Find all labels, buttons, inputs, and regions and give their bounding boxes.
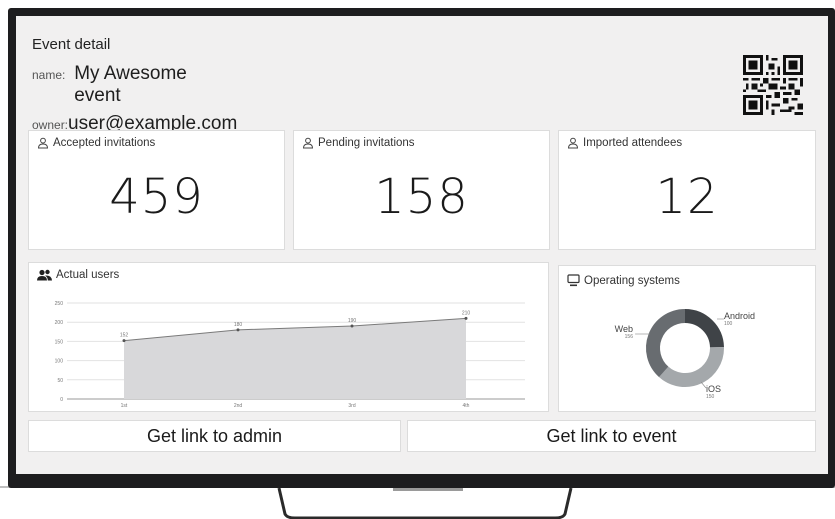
os-donut-chart: Android100 iOS150 Web156 xyxy=(615,309,755,400)
y-tick-label: 150 xyxy=(55,339,64,345)
pending-invitations-card: Pending invitations 158 xyxy=(293,130,550,250)
event-header: Event detail name: My Awesome event owne… xyxy=(32,36,237,135)
pending-count: 158 xyxy=(374,169,469,225)
accepted-count: 459 xyxy=(109,169,204,225)
user-outline-icon xyxy=(37,137,49,149)
section-title: Event detail xyxy=(32,36,111,53)
donut-slice xyxy=(684,309,724,348)
data-label: 210 xyxy=(462,310,471,316)
y-tick-label: 200 xyxy=(55,320,64,326)
y-tick-label: 100 xyxy=(55,359,64,365)
area-fill xyxy=(124,318,466,399)
data-label: 152 xyxy=(120,333,129,339)
data-point xyxy=(122,339,126,343)
imported-attendees-card: Imported attendees 12 xyxy=(558,130,816,250)
event-name: My Awesome event xyxy=(74,63,187,106)
name-row: name: My Awesome event xyxy=(32,63,232,107)
y-tick-label: 0 xyxy=(60,397,63,403)
tv-stand xyxy=(277,488,573,519)
user-outline-icon xyxy=(302,137,314,149)
get-event-link-button[interactable]: Get link to event xyxy=(407,420,816,452)
data-point xyxy=(464,316,468,320)
actual-users-area-chart: 0 50 100 150 200 250 152 1st 180 2nd 190 3rd 210 4th xyxy=(55,301,525,409)
card-header: Accepted invitations xyxy=(37,137,155,149)
slice-label: Web xyxy=(615,324,633,334)
donut-slice xyxy=(646,309,686,378)
operating-systems-card: Operating systems Android 100 iOS 150 Web 156 xyxy=(558,265,816,412)
dashboard-screen: Event detail name: My Awesome event owne… xyxy=(16,16,828,474)
card-label: Imported attendees xyxy=(583,137,683,149)
x-tick-label: 1st xyxy=(121,403,128,409)
data-label: 190 xyxy=(348,318,357,324)
x-tick-label: 3rd xyxy=(348,403,355,409)
slice-value: 156 xyxy=(625,334,634,340)
name-label: name: xyxy=(32,68,66,82)
card-header: Imported attendees xyxy=(567,137,682,149)
tv-frame: Event detail name: My Awesome event owne… xyxy=(8,8,835,488)
data-point xyxy=(236,328,240,332)
slice-label: Android xyxy=(724,311,755,321)
x-tick-label: 2nd xyxy=(234,403,243,409)
x-tick-label: 4th xyxy=(463,403,470,409)
accepted-invitations-card: Accepted invitations 459 xyxy=(28,130,285,250)
data-point xyxy=(350,324,354,328)
card-label: Accepted invitations xyxy=(53,137,156,149)
slice-value: 100 xyxy=(724,321,733,327)
donut-slice xyxy=(659,346,724,387)
data-label: 180 xyxy=(234,322,243,328)
slice-label: iOS xyxy=(706,384,721,394)
y-tick-label: 50 xyxy=(57,378,63,384)
imported-count: 12 xyxy=(655,169,719,225)
slice-value: 150 xyxy=(706,394,715,400)
y-tick-label: 250 xyxy=(55,301,64,307)
card-header: Pending invitations xyxy=(302,137,415,149)
card-label: Pending invitations xyxy=(318,137,415,149)
actual-users-card: Actual users 0 50 100 150 200 250 152 1st 180 2nd… xyxy=(28,262,549,412)
qr-code-icon[interactable] xyxy=(743,55,803,115)
get-admin-link-button[interactable]: Get link to admin xyxy=(28,420,401,452)
user-outline-icon xyxy=(567,137,579,149)
